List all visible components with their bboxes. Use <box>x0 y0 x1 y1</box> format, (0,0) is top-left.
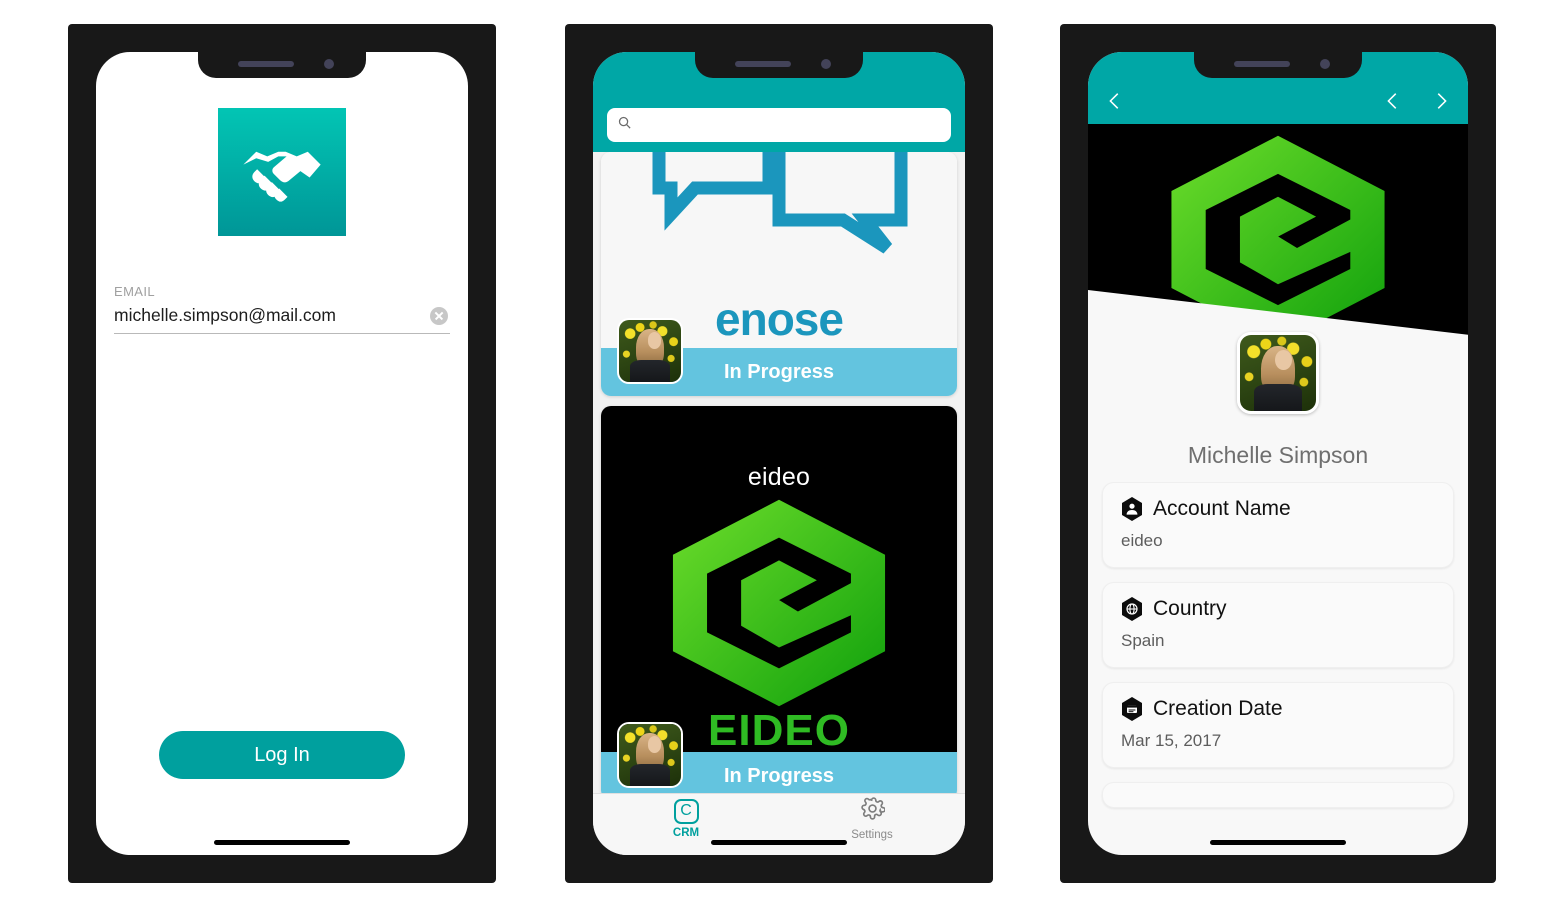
handshake-icon <box>218 108 346 236</box>
field-card-account-name[interactable]: Account Name eideo <box>1102 482 1454 568</box>
nav-pager <box>1382 90 1452 112</box>
card-wordmark: enose <box>715 293 844 345</box>
chevron-left-icon[interactable] <box>1382 90 1404 112</box>
avatar <box>617 722 683 788</box>
bottom-tab-bar: C CRM Settings <box>593 793 965 855</box>
field-header: Creation Date <box>1121 697 1435 721</box>
front-camera-dot <box>324 59 334 69</box>
account-card[interactable]: enose In Progress <box>601 152 957 396</box>
field-label: Creation Date <box>1153 697 1283 720</box>
login-screen-content: EMAIL michelle.simpson@mail.com Log In <box>96 52 468 855</box>
hexagon-calendar-icon <box>1122 697 1142 721</box>
speaker-grille <box>238 61 294 67</box>
phone-crm-list-screen: enose In Progress eideo EIDEO In Progres… <box>565 24 993 883</box>
crm-list-content: enose In Progress eideo EIDEO In Progres… <box>593 52 965 855</box>
field-value: Spain <box>1121 631 1165 650</box>
account-card-list[interactable]: enose In Progress eideo EIDEO In Progres… <box>593 152 965 793</box>
front-camera-dot <box>1320 59 1330 69</box>
email-input-row[interactable]: michelle.simpson@mail.com <box>114 305 450 334</box>
hexagon-globe-icon <box>1122 597 1142 621</box>
speech-bubbles-icon <box>652 152 908 254</box>
field-value: Mar 15, 2017 <box>1121 731 1222 750</box>
tab-crm[interactable]: C CRM <box>593 794 779 855</box>
login-button[interactable]: Log In <box>159 731 405 779</box>
phone-notch <box>198 52 366 78</box>
phone-login-screen: EMAIL michelle.simpson@mail.com Log In <box>68 24 496 883</box>
field-card-country[interactable]: Country Spain <box>1102 582 1454 668</box>
email-field-group: EMAIL michelle.simpson@mail.com <box>114 284 450 334</box>
search-input[interactable] <box>638 117 941 133</box>
field-card-partial[interactable] <box>1102 782 1454 808</box>
gear-icon <box>860 796 886 826</box>
card-wordmark: EIDEO <box>708 706 850 755</box>
card-account-name: eideo <box>747 462 811 491</box>
account-card[interactable]: eideo EIDEO In Progress <box>601 406 957 793</box>
field-label: Country <box>1153 597 1227 620</box>
nav-chevron-row <box>1088 84 1468 118</box>
chevron-left-icon[interactable] <box>1104 90 1126 112</box>
phone-notch <box>695 52 863 78</box>
tab-crm-label: CRM <box>672 826 700 839</box>
status-badge: In Progress <box>723 360 835 383</box>
tab-settings[interactable]: Settings <box>779 794 965 855</box>
avatar <box>1237 332 1319 414</box>
phone-notch <box>1194 52 1362 78</box>
tab-settings-label: Settings <box>851 829 893 841</box>
avatar <box>617 318 683 384</box>
avatar-photo <box>619 320 681 382</box>
front-camera-dot <box>821 59 831 69</box>
avatar-photo <box>619 724 681 786</box>
field-header: Account Name <box>1121 497 1435 521</box>
avatar-photo <box>1240 335 1316 411</box>
clear-circle-icon[interactable] <box>430 306 448 325</box>
home-indicator <box>1210 840 1346 845</box>
detail-field-list[interactable]: Account Name eideo Country Spain Creatio… <box>1088 482 1468 855</box>
search-bar[interactable] <box>607 108 951 142</box>
hexagon-e-icon <box>672 499 886 706</box>
account-detail-content: Michelle Simpson Account Name eideo Coun… <box>1088 52 1468 855</box>
speaker-grille <box>735 61 791 67</box>
hexagon-person-icon <box>1122 497 1142 521</box>
speaker-grille <box>1234 61 1290 67</box>
field-value: eideo <box>1121 531 1163 550</box>
email-input[interactable]: michelle.simpson@mail.com <box>114 305 430 326</box>
home-indicator <box>711 840 847 845</box>
home-indicator <box>214 840 350 845</box>
field-header: Country <box>1121 597 1435 621</box>
email-label: EMAIL <box>114 284 156 299</box>
phone-account-detail-screen: Michelle Simpson Account Name eideo Coun… <box>1060 24 1496 883</box>
crm-icon: C <box>673 798 699 824</box>
search-icon <box>617 115 632 135</box>
card-logo-area: eideo EIDEO <box>601 406 957 755</box>
screenshot-stage: EMAIL michelle.simpson@mail.com Log In e… <box>0 0 1559 907</box>
field-label: Account Name <box>1153 497 1291 520</box>
chevron-right-icon[interactable] <box>1430 90 1452 112</box>
status-badge: In Progress <box>723 764 835 787</box>
owner-name: Michelle Simpson <box>1187 442 1369 468</box>
field-card-creation-date[interactable]: Creation Date Mar 15, 2017 <box>1102 682 1454 768</box>
